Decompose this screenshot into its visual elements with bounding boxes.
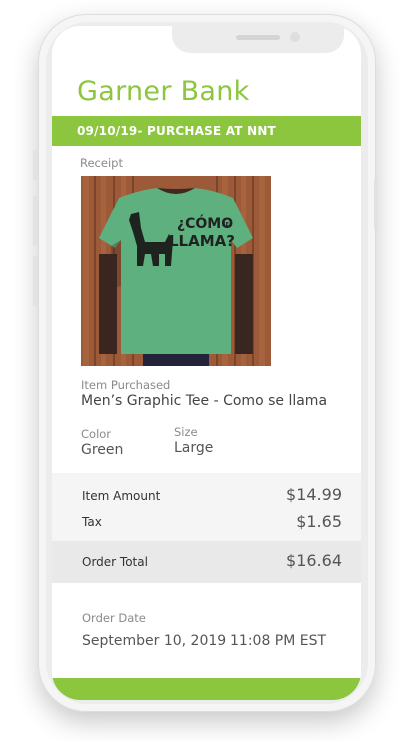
phone-power-button (374, 178, 378, 230)
t-shirt (99, 188, 253, 354)
color-label: Color (81, 427, 112, 441)
shirt-text-bottom: LLAMA? (169, 232, 235, 250)
phone-mute-switch (33, 150, 38, 180)
color-value: Green (81, 442, 124, 458)
phone-notch (172, 26, 344, 53)
receipt-label: Receipt (80, 156, 123, 170)
bottom-bar (52, 678, 361, 700)
speaker-grille (236, 35, 280, 40)
order-total-value: $16.64 (286, 551, 342, 570)
left-arm (99, 254, 117, 354)
item-amount-value: $14.99 (286, 485, 342, 504)
size-value: Large (174, 440, 214, 456)
phone-screen: Garner Bank 09/10/19- PURCHASE AT NNT Re… (52, 26, 361, 700)
phone-volume-down-button (33, 256, 38, 306)
transaction-header-bar: 09/10/19- PURCHASE AT NNT (52, 116, 361, 146)
order-total-label: Order Total (82, 555, 148, 569)
transaction-header: 09/10/19- PURCHASE AT NNT (77, 124, 276, 138)
size-label: Size (174, 425, 198, 439)
shirt-text-small: SE (222, 222, 230, 228)
tax-value: $1.65 (296, 512, 342, 531)
item-purchased-label: Item Purchased (81, 378, 171, 392)
item-amount-label: Item Amount (82, 489, 161, 503)
order-total-row: Order Total $16.64 (52, 541, 361, 583)
order-date-label: Order Date (82, 611, 146, 625)
order-date-value: September 10, 2019 (82, 633, 227, 649)
item-name: Men’s Graphic Tee - Como se llama (81, 393, 328, 409)
jeans (143, 354, 209, 366)
right-arm (235, 254, 253, 354)
phone-volume-up-button (33, 196, 38, 246)
tax-label: Tax (82, 515, 102, 529)
amount-panel: Item Amount $14.99 Tax $1.65 (52, 473, 361, 541)
receipt-image[interactable]: ¿CÓMO SE LLAMA? (81, 176, 271, 366)
front-camera (290, 32, 300, 42)
bank-title: Garner Bank (77, 76, 250, 107)
order-time-value: 11:08 PM EST (230, 633, 327, 649)
